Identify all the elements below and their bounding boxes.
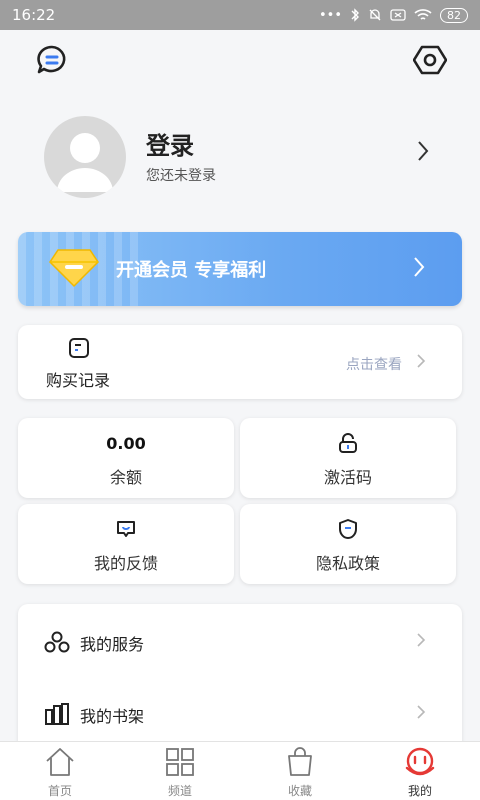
grid-icon-wrap xyxy=(120,746,240,778)
balance-tile[interactable]: 0.00 余额 xyxy=(18,418,234,498)
login-title[interactable]: 登录 xyxy=(146,126,194,161)
lock-icon-wrap xyxy=(240,432,456,454)
menu-list: 我的服务 我的书架 xyxy=(18,604,462,754)
bag-icon xyxy=(288,747,312,776)
shield-icon xyxy=(339,519,357,539)
menu-item-bookshelf[interactable]: 我的书架 xyxy=(18,684,462,744)
battery-indicator: 82 xyxy=(440,7,468,23)
purchase-records-hint: 点击查看 xyxy=(346,357,402,373)
message-button[interactable] xyxy=(34,42,70,78)
profile-section[interactable]: 登录 您还未登录 xyxy=(0,110,480,200)
chat-icon xyxy=(37,45,66,74)
vip-label: 开通会员 专享福利 xyxy=(116,260,267,281)
balance-value: 0.00 xyxy=(106,434,146,453)
home-icon xyxy=(46,748,74,776)
purchase-records-card[interactable]: 购买记录 点击查看 xyxy=(18,325,462,399)
lock-icon xyxy=(339,433,357,453)
status-time: 16:22 xyxy=(12,6,56,24)
tab-favorites[interactable]: 收藏 xyxy=(240,742,360,800)
login-subtitle: 您还未登录 xyxy=(146,168,216,184)
feedback-icon-wrap xyxy=(18,518,234,540)
activation-code-tile[interactable]: 激活码 xyxy=(240,418,456,498)
sim-icon xyxy=(390,9,406,21)
top-bar xyxy=(0,30,480,88)
status-bar: 16:22 ••• 82 xyxy=(0,0,480,30)
mine-face-icon xyxy=(405,747,435,776)
bookshelf-icon xyxy=(45,703,69,725)
chevron-right-icon xyxy=(417,633,426,647)
menu-item-bookshelf-label: 我的书架 xyxy=(80,707,145,726)
bluetooth-icon xyxy=(351,8,359,22)
chevron-right-icon xyxy=(414,257,425,277)
settings-hex-icon xyxy=(413,45,447,75)
privacy-policy-label: 隐私政策 xyxy=(315,554,380,573)
document-icon xyxy=(69,338,89,358)
tab-favorites-label: 收藏 xyxy=(287,784,312,798)
vip-banner[interactable]: 开通会员 专享福利 xyxy=(18,232,462,306)
chevron-right-icon xyxy=(417,705,426,719)
bottom-tab-bar: 首页 频道 收藏 我的 xyxy=(0,741,480,800)
status-icons: ••• 82 xyxy=(318,7,468,23)
settings-button[interactable] xyxy=(412,42,448,78)
feedback-label: 我的反馈 xyxy=(93,554,158,573)
chevron-right-icon[interactable] xyxy=(416,140,430,162)
dots-icon: ••• xyxy=(318,7,342,23)
purchase-records-label: 购买记录 xyxy=(46,371,111,390)
mute-icon xyxy=(369,9,381,21)
avatar[interactable] xyxy=(44,116,126,198)
services-icon xyxy=(44,631,70,653)
home-icon-wrap xyxy=(0,746,120,778)
feedback-icon xyxy=(117,521,135,537)
bag-icon-wrap xyxy=(240,746,360,778)
shield-icon-wrap xyxy=(240,518,456,540)
mine-face-icon-wrap xyxy=(360,746,480,778)
privacy-policy-tile[interactable]: 隐私政策 xyxy=(240,504,456,584)
diamond-icon xyxy=(49,249,99,288)
tab-channels[interactable]: 频道 xyxy=(120,742,240,800)
wifi-icon xyxy=(414,9,432,20)
menu-item-services[interactable]: 我的服务 xyxy=(18,612,462,672)
chevron-right-icon xyxy=(417,354,426,368)
menu-item-services-label: 我的服务 xyxy=(80,635,145,654)
tab-mine[interactable]: 我的 xyxy=(360,742,480,800)
grid-icon xyxy=(166,748,194,776)
balance-label: 余额 xyxy=(109,468,142,487)
feedback-tile[interactable]: 我的反馈 xyxy=(18,504,234,584)
tab-home[interactable]: 首页 xyxy=(0,742,120,800)
tab-home-label: 首页 xyxy=(47,784,72,798)
activation-code-label: 激活码 xyxy=(323,468,372,487)
tab-mine-label: 我的 xyxy=(407,784,432,798)
tab-channels-label: 频道 xyxy=(167,784,192,798)
avatar-placeholder-icon xyxy=(57,133,113,192)
